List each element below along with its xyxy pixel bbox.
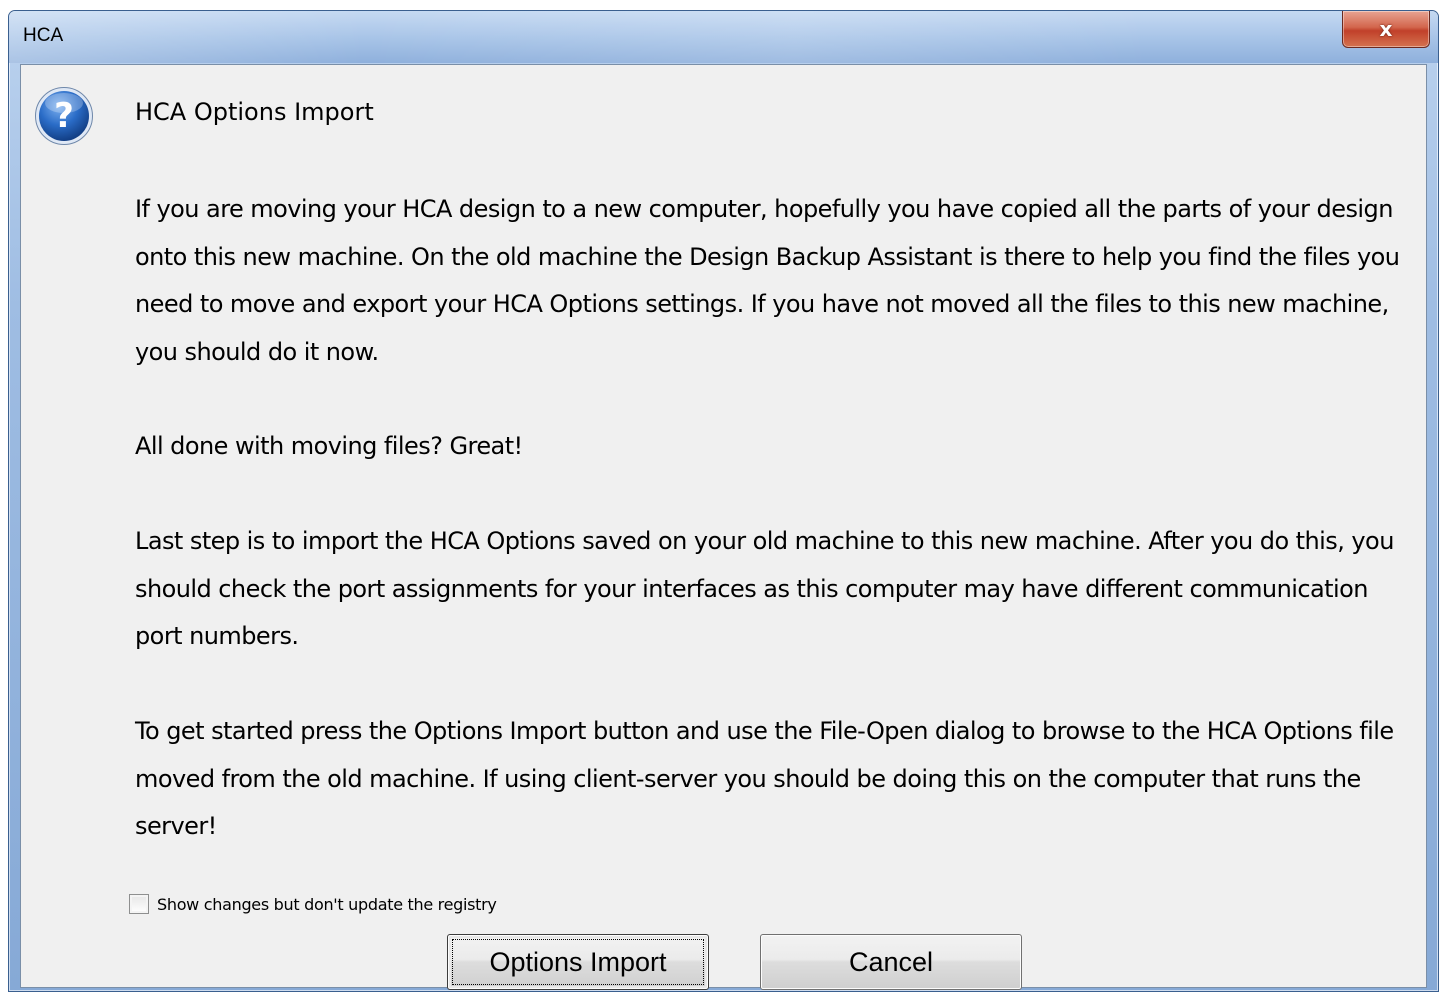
dialog-body: ? HCA Options Import If you are moving y… — [20, 64, 1427, 990]
intro-paragraph: If you are moving your HCA design to a n… — [135, 195, 1400, 366]
get-started-paragraph: To get started press the Options Import … — [135, 717, 1394, 840]
options-import-label: Options Import — [489, 946, 667, 977]
last-step-paragraph: Last step is to import the HCA Options s… — [135, 527, 1394, 650]
cancel-label: Cancel — [848, 946, 934, 977]
close-icon: x — [1379, 17, 1393, 41]
show-changes-option[interactable]: Show changes but don't update the regist… — [129, 894, 497, 914]
window-title: HCA — [23, 25, 64, 46]
dialog-window: HCA x ? HCA Options Import If you are mo… — [8, 10, 1439, 992]
cancel-button[interactable]: Cancel — [760, 934, 1022, 990]
show-changes-label[interactable]: Show changes but don't update the regist… — [157, 895, 497, 914]
options-import-button[interactable]: Options Import — [447, 934, 709, 990]
close-button[interactable]: x — [1342, 11, 1430, 48]
done-paragraph: All done with moving files? Great! — [135, 432, 523, 460]
dialog-heading: HCA Options Import — [135, 98, 374, 126]
question-icon: ? — [35, 87, 93, 145]
title-bar[interactable]: HCA x — [9, 11, 1438, 63]
show-changes-checkbox[interactable] — [129, 894, 149, 914]
svg-text:?: ? — [54, 96, 74, 136]
